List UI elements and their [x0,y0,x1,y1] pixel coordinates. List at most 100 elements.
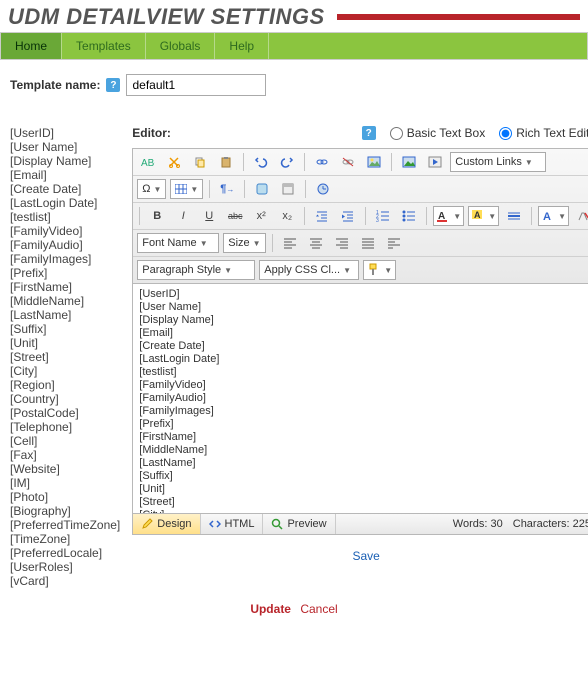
nav-help[interactable]: Help [215,33,269,59]
module-icon[interactable] [251,179,273,199]
field-token[interactable]: [Suffix] [10,322,120,336]
code-icon [209,518,221,530]
field-token[interactable]: [Country] [10,392,120,406]
insert-image-icon[interactable] [398,152,420,172]
update-button[interactable]: Update [250,602,291,616]
save-link[interactable]: Save [352,549,379,563]
field-token[interactable]: [Email] [10,168,120,182]
underline-button[interactable]: U [198,206,220,226]
symbol-dropdown[interactable]: Ω▼ [137,179,166,199]
field-token[interactable]: [Cell] [10,434,120,448]
template-icon[interactable] [277,179,299,199]
field-token[interactable]: [Unit] [10,336,120,350]
editor-mode-rich[interactable]: Rich Text Editor [499,126,588,140]
field-token[interactable]: [Create Date] [10,182,120,196]
nav-home[interactable]: Home [1,33,62,59]
editor-content[interactable]: [UserID][User Name][Display Name][Email]… [132,284,588,514]
table-dropdown[interactable]: ▼ [170,179,203,199]
align-center-icon[interactable] [305,233,327,253]
svg-text:3: 3 [376,218,379,222]
field-token[interactable]: [User Name] [10,140,120,154]
outdent-icon[interactable] [311,206,333,226]
editor-mode-basic[interactable]: Basic Text Box [390,126,485,140]
field-token[interactable]: [FirstName] [10,280,120,294]
unlink-icon[interactable] [337,152,359,172]
superscript-button[interactable]: x² [250,206,272,226]
field-token[interactable]: [IM] [10,476,120,490]
paragraph-style-dropdown[interactable]: Paragraph Style▼ [137,260,255,280]
clear-format-icon[interactable] [573,206,588,226]
undo-icon[interactable] [250,152,272,172]
field-token[interactable]: [UserID] [10,126,120,140]
align-none-icon[interactable] [383,233,405,253]
time-icon[interactable] [312,179,334,199]
spellcheck-icon[interactable]: ABC [137,152,159,172]
fontcolor2-dropdown[interactable]: A▼ [538,206,569,226]
field-token[interactable]: [PreferredTimeZone] [10,518,120,532]
indent-icon[interactable] [337,206,359,226]
editor-help-icon[interactable]: ? [362,126,376,140]
help-icon[interactable]: ? [106,78,120,92]
field-token[interactable]: [Photo] [10,490,120,504]
show-paragraph-icon[interactable]: ¶→ [216,179,238,199]
cancel-button[interactable]: Cancel [300,602,337,616]
format-painter-dropdown[interactable]: ▼ [363,260,396,280]
field-token[interactable]: [City] [10,364,120,378]
field-token[interactable]: [Region] [10,378,120,392]
font-size-label: Size [228,237,249,249]
field-token[interactable]: [FamilyVideo] [10,224,120,238]
font-name-dropdown[interactable]: Font Name▼ [137,233,219,253]
html-mode-button[interactable]: HTML [201,514,264,534]
field-token[interactable]: [LastLogin Date] [10,196,120,210]
cut-icon[interactable] [163,152,185,172]
media-icon[interactable] [424,152,446,172]
backcolor-dropdown[interactable]: A▼ [468,206,499,226]
rich-radio[interactable] [499,127,512,140]
italic-button[interactable]: I [172,206,194,226]
paste-icon[interactable] [215,152,237,172]
hr-icon[interactable] [503,206,525,226]
subscript-button[interactable]: x₂ [276,206,298,226]
basic-radio[interactable] [390,127,403,140]
link-icon[interactable] [311,152,333,172]
field-token[interactable]: [Prefix] [10,266,120,280]
field-token[interactable]: [PostalCode] [10,406,120,420]
word-count: Words: 30 [453,518,503,530]
field-token[interactable]: [vCard] [10,574,120,588]
field-token[interactable]: [PreferredLocale] [10,546,120,560]
field-token[interactable]: [LastName] [10,308,120,322]
field-token[interactable]: [FamilyImages] [10,252,120,266]
field-token[interactable]: [FamilyAudio] [10,238,120,252]
css-class-dropdown[interactable]: Apply CSS Cl...▼ [259,260,359,280]
field-token[interactable]: [MiddleName] [10,294,120,308]
align-right-icon[interactable] [331,233,353,253]
template-name-input[interactable] [126,74,266,96]
design-mode-button[interactable]: Design [133,514,200,534]
font-size-dropdown[interactable]: Size▼ [223,233,265,253]
unordered-list-icon[interactable] [398,206,420,226]
field-token[interactable]: [Street] [10,350,120,364]
copy-icon[interactable] [189,152,211,172]
ordered-list-icon[interactable]: 123 [372,206,394,226]
field-token[interactable]: [Telephone] [10,420,120,434]
image-manager-icon[interactable] [363,152,385,172]
field-token[interactable]: [Website] [10,462,120,476]
field-token[interactable]: [Display Name] [10,154,120,168]
forecolor-dropdown[interactable]: A▼ [433,206,464,226]
field-token[interactable]: [UserRoles] [10,560,120,574]
align-left-icon[interactable] [279,233,301,253]
redo-icon[interactable] [276,152,298,172]
field-token[interactable]: [testlist] [10,210,120,224]
nav-globals[interactable]: Globals [146,33,216,59]
nav-templates[interactable]: Templates [62,33,146,59]
bold-button[interactable]: B [146,206,168,226]
field-token[interactable]: [TimeZone] [10,532,120,546]
preview-mode-button[interactable]: Preview [263,514,335,534]
align-justify-icon[interactable] [357,233,379,253]
field-token[interactable]: [Biography] [10,504,120,518]
custom-links-dropdown[interactable]: Custom Links▼ [450,152,546,172]
svg-text:A: A [474,210,481,220]
strike-button[interactable]: abc [224,206,246,226]
paintbrush-icon [367,263,381,277]
field-token[interactable]: [Fax] [10,448,120,462]
